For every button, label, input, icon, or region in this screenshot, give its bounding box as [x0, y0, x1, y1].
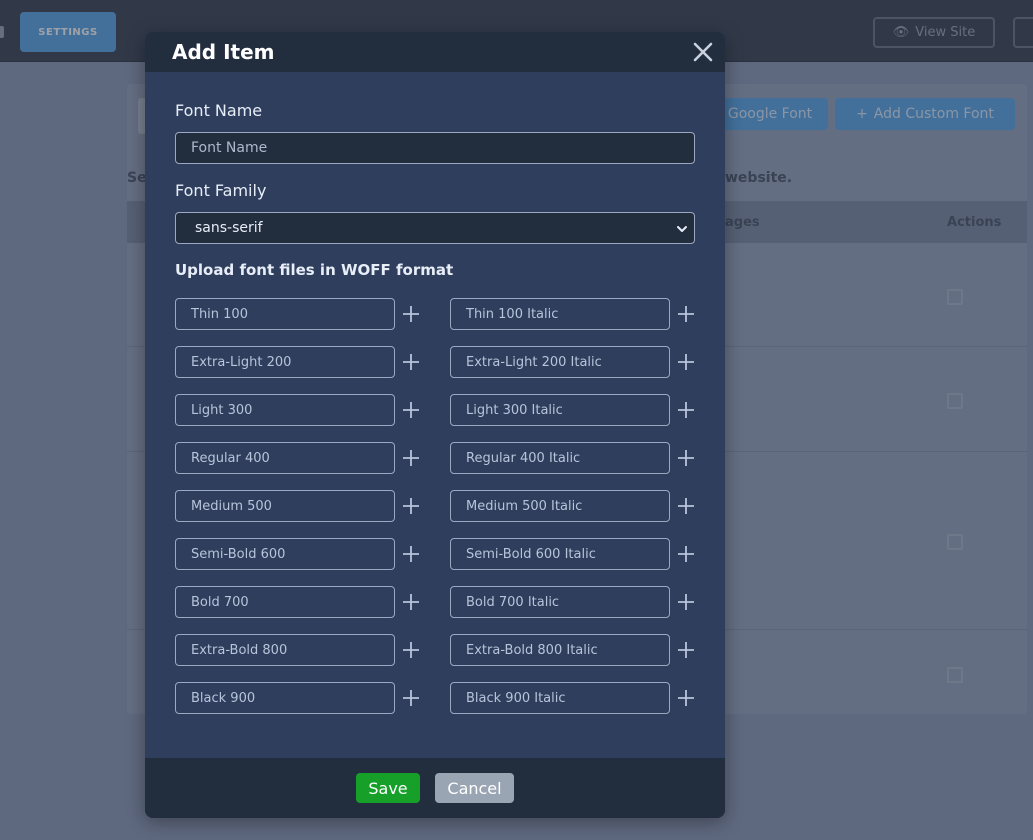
- add-file-button[interactable]: [676, 592, 696, 612]
- add-file-button[interactable]: [676, 496, 696, 516]
- weight-field-extra-light-200-italic[interactable]: Extra-Light 200 Italic: [450, 346, 670, 378]
- plus-icon: [678, 546, 694, 562]
- modal-footer: Save Cancel: [145, 758, 725, 818]
- add-file-button[interactable]: [676, 544, 696, 564]
- weight-label: Medium 500 Italic: [466, 498, 583, 514]
- weight-field-extra-bold-800[interactable]: Extra-Bold 800: [175, 634, 395, 666]
- plus-icon: [678, 402, 694, 418]
- weight-field-light-300-italic[interactable]: Light 300 Italic: [450, 394, 670, 426]
- plus-icon: [678, 642, 694, 658]
- weight-field-black-900[interactable]: Black 900: [175, 682, 395, 714]
- close-button[interactable]: [691, 40, 715, 64]
- plus-icon: [403, 546, 419, 562]
- add-file-button[interactable]: [401, 544, 421, 564]
- font-name-label: Font Name: [175, 101, 263, 120]
- weight-label: Semi-Bold 600 Italic: [466, 546, 596, 562]
- add-file-button[interactable]: [401, 448, 421, 468]
- save-button[interactable]: Save: [356, 773, 420, 803]
- weight-field-extra-light-200[interactable]: Extra-Light 200: [175, 346, 395, 378]
- weight-label: Bold 700 Italic: [466, 594, 560, 610]
- weight-field-black-900-italic[interactable]: Black 900 Italic: [450, 682, 670, 714]
- weight-field-light-300[interactable]: Light 300: [175, 394, 395, 426]
- cancel-button[interactable]: Cancel: [435, 773, 514, 803]
- weight-label: Bold 700: [191, 594, 249, 610]
- weight-label: Extra-Light 200: [191, 354, 292, 370]
- plus-icon: [678, 354, 694, 370]
- font-family-select[interactable]: sans-serif: [175, 212, 695, 244]
- add-file-button[interactable]: [401, 496, 421, 516]
- plus-icon: [403, 402, 419, 418]
- weight-label: Black 900: [191, 690, 256, 706]
- plus-icon: [403, 306, 419, 322]
- add-item-modal: Add Item Font Name Font Family sans-seri…: [145, 32, 725, 818]
- modal-title: Add Item: [172, 40, 275, 64]
- plus-icon: [678, 306, 694, 322]
- add-file-button[interactable]: [676, 400, 696, 420]
- font-family-value: sans-serif: [195, 220, 263, 236]
- add-file-button[interactable]: [401, 688, 421, 708]
- weight-field-bold-700[interactable]: Bold 700: [175, 586, 395, 618]
- weight-field-medium-500-italic[interactable]: Medium 500 Italic: [450, 490, 670, 522]
- weight-field-thin-100-italic[interactable]: Thin 100 Italic: [450, 298, 670, 330]
- add-file-button[interactable]: [401, 352, 421, 372]
- add-file-button[interactable]: [676, 304, 696, 324]
- add-file-button[interactable]: [676, 640, 696, 660]
- plus-icon: [403, 450, 419, 466]
- plus-icon: [678, 498, 694, 514]
- plus-icon: [403, 642, 419, 658]
- weight-label: Medium 500: [191, 498, 272, 514]
- add-file-button[interactable]: [401, 592, 421, 612]
- font-name-input[interactable]: [175, 132, 695, 164]
- weight-label: Light 300: [191, 402, 253, 418]
- font-family-label: Font Family: [175, 181, 267, 200]
- add-file-button[interactable]: [401, 640, 421, 660]
- modal-header: Add Item: [145, 32, 725, 72]
- weight-field-semi-bold-600-italic[interactable]: Semi-Bold 600 Italic: [450, 538, 670, 570]
- weight-label: Extra-Light 200 Italic: [466, 354, 602, 370]
- weight-field-regular-400-italic[interactable]: Regular 400 Italic: [450, 442, 670, 474]
- weight-label: Thin 100 Italic: [466, 306, 559, 322]
- add-file-button[interactable]: [676, 448, 696, 468]
- plus-icon: [403, 690, 419, 706]
- plus-icon: [678, 450, 694, 466]
- close-icon: [693, 42, 713, 62]
- plus-icon: [403, 354, 419, 370]
- chevron-down-icon: [677, 226, 687, 232]
- weight-label: Light 300 Italic: [466, 402, 563, 418]
- add-file-button[interactable]: [676, 352, 696, 372]
- add-file-button[interactable]: [676, 688, 696, 708]
- weight-label: Extra-Bold 800: [191, 642, 288, 658]
- weight-field-regular-400[interactable]: Regular 400: [175, 442, 395, 474]
- weight-field-extra-bold-800-italic[interactable]: Extra-Bold 800 Italic: [450, 634, 670, 666]
- weight-field-bold-700-italic[interactable]: Bold 700 Italic: [450, 586, 670, 618]
- plus-icon: [678, 594, 694, 610]
- plus-icon: [678, 690, 694, 706]
- plus-icon: [403, 498, 419, 514]
- upload-label: Upload font files in WOFF format: [175, 261, 454, 279]
- weight-label: Regular 400: [191, 450, 270, 466]
- plus-icon: [403, 594, 419, 610]
- weight-field-medium-500[interactable]: Medium 500: [175, 490, 395, 522]
- weight-label: Extra-Bold 800 Italic: [466, 642, 598, 658]
- weight-label: Black 900 Italic: [466, 690, 566, 706]
- weight-label: Semi-Bold 600: [191, 546, 286, 562]
- add-file-button[interactable]: [401, 400, 421, 420]
- weight-field-semi-bold-600[interactable]: Semi-Bold 600: [175, 538, 395, 570]
- weight-label: Thin 100: [191, 306, 248, 322]
- add-file-button[interactable]: [401, 304, 421, 324]
- weight-label: Regular 400 Italic: [466, 450, 581, 466]
- weight-field-thin-100[interactable]: Thin 100: [175, 298, 395, 330]
